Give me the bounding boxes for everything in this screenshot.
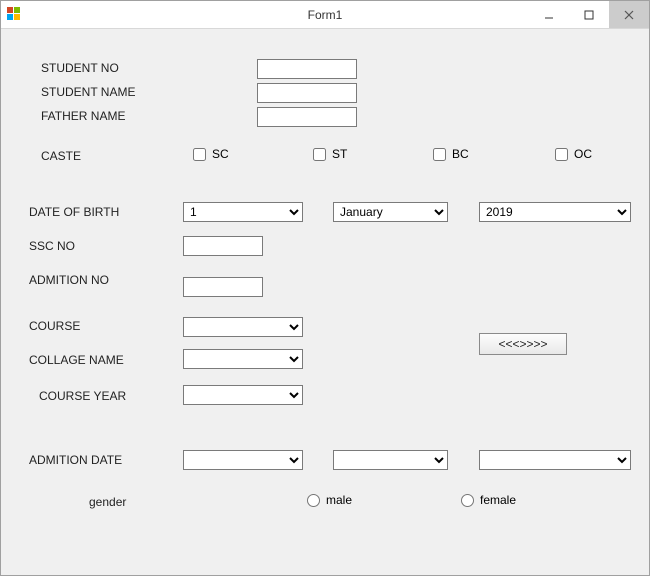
nav-button-label: <<<>>>> — [498, 337, 547, 351]
dob-year-select[interactable]: 2019 — [479, 202, 631, 222]
admition-date-3-select[interactable] — [479, 450, 631, 470]
minimize-icon — [544, 10, 554, 20]
client-area: STUDENT NO STUDENT NAME FATHER NAME CAST… — [1, 29, 649, 575]
label-dob: DATE OF BIRTH — [29, 205, 119, 219]
dob-day-select[interactable]: 1 — [183, 202, 303, 222]
nav-button[interactable]: <<<>>>> — [479, 333, 567, 355]
label-course-year: COURSE YEAR — [39, 389, 126, 403]
maximize-icon — [584, 10, 594, 20]
label-student-name: STUDENT NAME — [41, 85, 135, 99]
collage-name-select[interactable] — [183, 349, 303, 369]
student-no-input[interactable] — [257, 59, 357, 79]
app-icon — [7, 7, 23, 23]
gender-male-radio[interactable]: male — [307, 493, 352, 507]
checkbox-st-label: ST — [332, 147, 347, 161]
ssc-no-input[interactable] — [183, 236, 263, 256]
checkbox-st[interactable] — [313, 148, 326, 161]
maximize-button[interactable] — [569, 1, 609, 28]
checkbox-oc-label: OC — [574, 147, 592, 161]
radio-male[interactable] — [307, 494, 320, 507]
close-button[interactable] — [609, 1, 649, 28]
caste-sc-checkbox[interactable]: SC — [193, 147, 229, 161]
caste-bc-checkbox[interactable]: BC — [433, 147, 469, 161]
caste-oc-checkbox[interactable]: OC — [555, 147, 592, 161]
radio-male-label: male — [326, 493, 352, 507]
label-student-no: STUDENT NO — [41, 61, 119, 75]
label-ssc-no: SSC NO — [29, 239, 75, 253]
label-caste: CASTE — [41, 149, 81, 163]
admition-date-2-select[interactable] — [333, 450, 448, 470]
checkbox-bc[interactable] — [433, 148, 446, 161]
dob-month-select[interactable]: January — [333, 202, 448, 222]
course-select[interactable] — [183, 317, 303, 337]
window-form1: Form1 STUDENT NO STUDENT NAME FATHER NAM… — [0, 0, 650, 576]
caste-st-checkbox[interactable]: ST — [313, 147, 347, 161]
minimize-button[interactable] — [529, 1, 569, 28]
student-name-input[interactable] — [257, 83, 357, 103]
checkbox-sc[interactable] — [193, 148, 206, 161]
radio-female[interactable] — [461, 494, 474, 507]
checkbox-oc[interactable] — [555, 148, 568, 161]
checkbox-sc-label: SC — [212, 147, 229, 161]
label-admition-no: ADMITION NO — [29, 273, 109, 287]
gender-female-radio[interactable]: female — [461, 493, 516, 507]
label-admition-date: ADMITION DATE — [29, 453, 122, 467]
course-year-select[interactable] — [183, 385, 303, 405]
titlebar: Form1 — [1, 1, 649, 29]
admition-date-1-select[interactable] — [183, 450, 303, 470]
close-icon — [624, 10, 634, 20]
admition-no-input[interactable] — [183, 277, 263, 297]
label-course: COURSE — [29, 319, 80, 333]
checkbox-bc-label: BC — [452, 147, 469, 161]
father-name-input[interactable] — [257, 107, 357, 127]
label-collage-name: COLLAGE NAME — [29, 353, 124, 367]
label-gender: gender — [89, 495, 126, 509]
window-controls — [529, 1, 649, 28]
label-father-name: FATHER NAME — [41, 109, 125, 123]
radio-female-label: female — [480, 493, 516, 507]
